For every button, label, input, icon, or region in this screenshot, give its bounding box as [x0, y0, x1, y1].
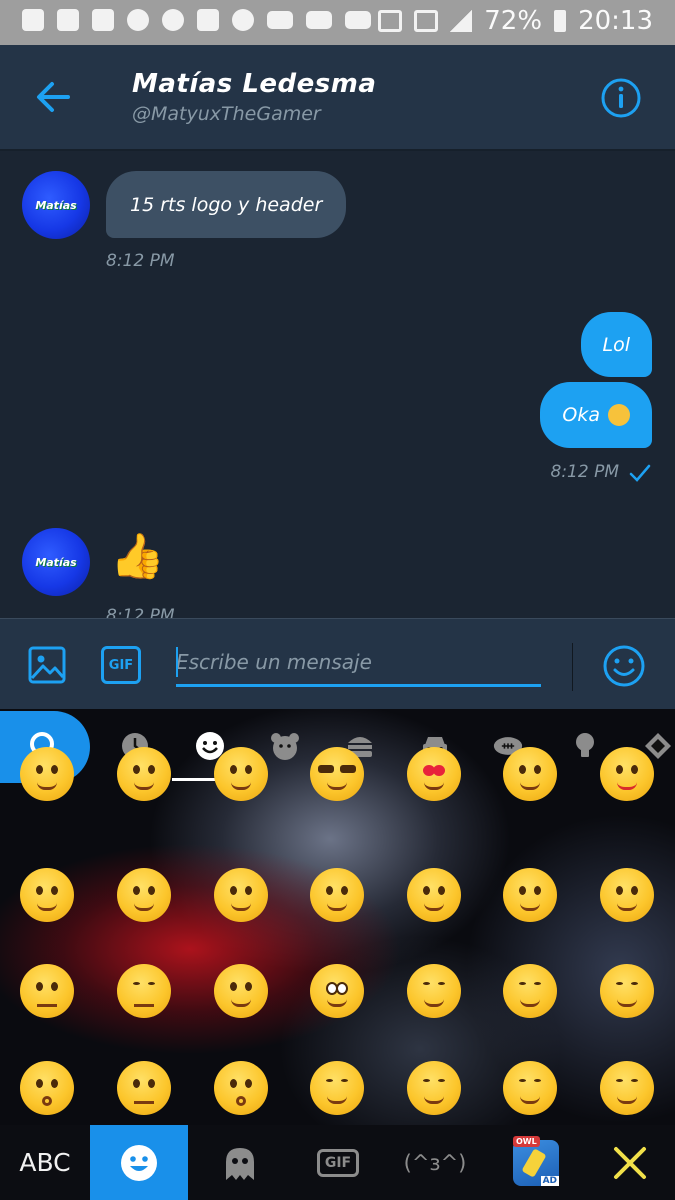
- contact-name[interactable]: Matías Ledesma: [132, 69, 376, 99]
- message-text: Lol: [602, 333, 631, 356]
- owl-app-icon: OWL AD: [513, 1135, 559, 1186]
- battery-percent: 72%: [484, 6, 543, 36]
- twitter-icon: [57, 9, 79, 31]
- emoji-key[interactable]: [503, 868, 557, 922]
- avatar[interactable]: Matías: [22, 171, 90, 239]
- emoji-key[interactable]: [20, 964, 74, 1018]
- system-status: 72% 20:13: [378, 6, 653, 36]
- flipboard-icon: [92, 9, 114, 31]
- outgoing-message[interactable]: Oka: [540, 382, 652, 448]
- emoji-grid: [0, 747, 675, 1125]
- emoji-key[interactable]: [214, 1061, 268, 1115]
- message-text: Oka: [562, 404, 600, 426]
- keyboard-bottom-bar: ABC GIF (^з^) OWL AD: [0, 1125, 675, 1200]
- gif-button[interactable]: GIF: [101, 646, 141, 684]
- launcher-icon: [162, 9, 184, 31]
- back-arrow-icon[interactable]: [32, 75, 76, 119]
- emoji-key[interactable]: [407, 747, 461, 801]
- message-composer: GIF: [0, 618, 675, 709]
- ghost-icon: [226, 1147, 254, 1180]
- contact-handle: @MatyuxTheGamer: [132, 103, 321, 125]
- twitter-icon: [197, 9, 219, 31]
- emoji-key[interactable]: [600, 747, 654, 801]
- bulb-icon[interactable]: [570, 731, 600, 761]
- emoji-key[interactable]: [310, 747, 364, 801]
- youtube-icon: [306, 11, 332, 29]
- youtube-icon: [267, 11, 293, 29]
- emoji-key[interactable]: [20, 747, 74, 801]
- kaomoji-tab[interactable]: (^з^): [390, 1125, 480, 1200]
- read-check-icon: [629, 464, 651, 482]
- emoji-key[interactable]: [407, 868, 461, 922]
- message-timestamp: 8:12 PM: [106, 606, 175, 618]
- emoji-key[interactable]: [310, 868, 364, 922]
- outgoing-message[interactable]: Lol: [580, 312, 652, 377]
- notification-icons: [22, 9, 371, 31]
- emoji-key[interactable]: [503, 964, 557, 1018]
- close-icon: [614, 1146, 646, 1179]
- winking-face-icon: [608, 404, 630, 426]
- gif-tab[interactable]: GIF: [294, 1125, 382, 1200]
- clock: 20:13: [578, 6, 653, 36]
- signal-icon: [450, 10, 473, 32]
- image-icon[interactable]: [27, 645, 67, 685]
- emoji-key[interactable]: [20, 868, 74, 922]
- launcher-icon: [232, 9, 254, 31]
- emoji-key[interactable]: [20, 1061, 74, 1115]
- info-icon[interactable]: [600, 77, 642, 119]
- emoji-key[interactable]: [214, 868, 268, 922]
- text-caret: [176, 647, 178, 677]
- emoji-key[interactable]: [310, 1061, 364, 1115]
- conversation-header: Matías Ledesma @MatyuxTheGamer: [0, 45, 675, 151]
- mute-icon: [378, 10, 403, 32]
- youtube-icon: [345, 11, 371, 29]
- chrome-icon: [127, 9, 149, 31]
- messenger-icon: [22, 9, 44, 31]
- sticker-tab[interactable]: [196, 1125, 284, 1200]
- emoji-key[interactable]: [600, 964, 654, 1018]
- emoji-key[interactable]: [117, 1061, 171, 1115]
- incoming-message[interactable]: 15 rts logo y header: [106, 171, 347, 238]
- emoji-key[interactable]: [503, 1061, 557, 1115]
- emoji-keyboard: ABC GIF (^з^) OWL AD: [0, 709, 675, 1200]
- message-timestamp: 8:12 PM: [106, 251, 175, 271]
- composer-divider: [572, 643, 573, 691]
- emoji-tab[interactable]: [90, 1125, 188, 1200]
- abc-button[interactable]: ABC: [0, 1125, 90, 1200]
- emoji-key[interactable]: [407, 1061, 461, 1115]
- gif-label: GIF: [316, 1148, 360, 1177]
- emoji-key[interactable]: [407, 964, 461, 1018]
- battery-icon: [554, 10, 567, 32]
- emoji-key[interactable]: [214, 747, 268, 801]
- avatar[interactable]: Matías: [22, 528, 90, 596]
- emoji-key[interactable]: [310, 964, 364, 1018]
- emoji-key[interactable]: [117, 747, 171, 801]
- emoji-key[interactable]: [503, 747, 557, 801]
- emoji-key[interactable]: [600, 868, 654, 922]
- bear-icon[interactable]: [270, 731, 300, 761]
- smiley-icon[interactable]: [602, 644, 646, 688]
- emoji-key[interactable]: [117, 868, 171, 922]
- message-timestamp: 8:12 PM: [550, 462, 620, 482]
- thumbs-up-message[interactable]: 👍: [110, 535, 165, 579]
- smiley-icon: [121, 1144, 157, 1181]
- emoji-key[interactable]: [117, 964, 171, 1018]
- status-bar: 72% 20:13: [0, 0, 675, 45]
- close-keyboard-button[interactable]: [590, 1125, 670, 1200]
- emoji-key[interactable]: [214, 964, 268, 1018]
- message-thread[interactable]: Matías 15 rts logo y header 8:12 PM Lol …: [0, 151, 675, 618]
- wifi-icon: [414, 10, 439, 32]
- owl-ad-button[interactable]: OWL AD: [496, 1125, 576, 1200]
- message-input[interactable]: [176, 639, 541, 687]
- emoji-key[interactable]: [600, 1061, 654, 1115]
